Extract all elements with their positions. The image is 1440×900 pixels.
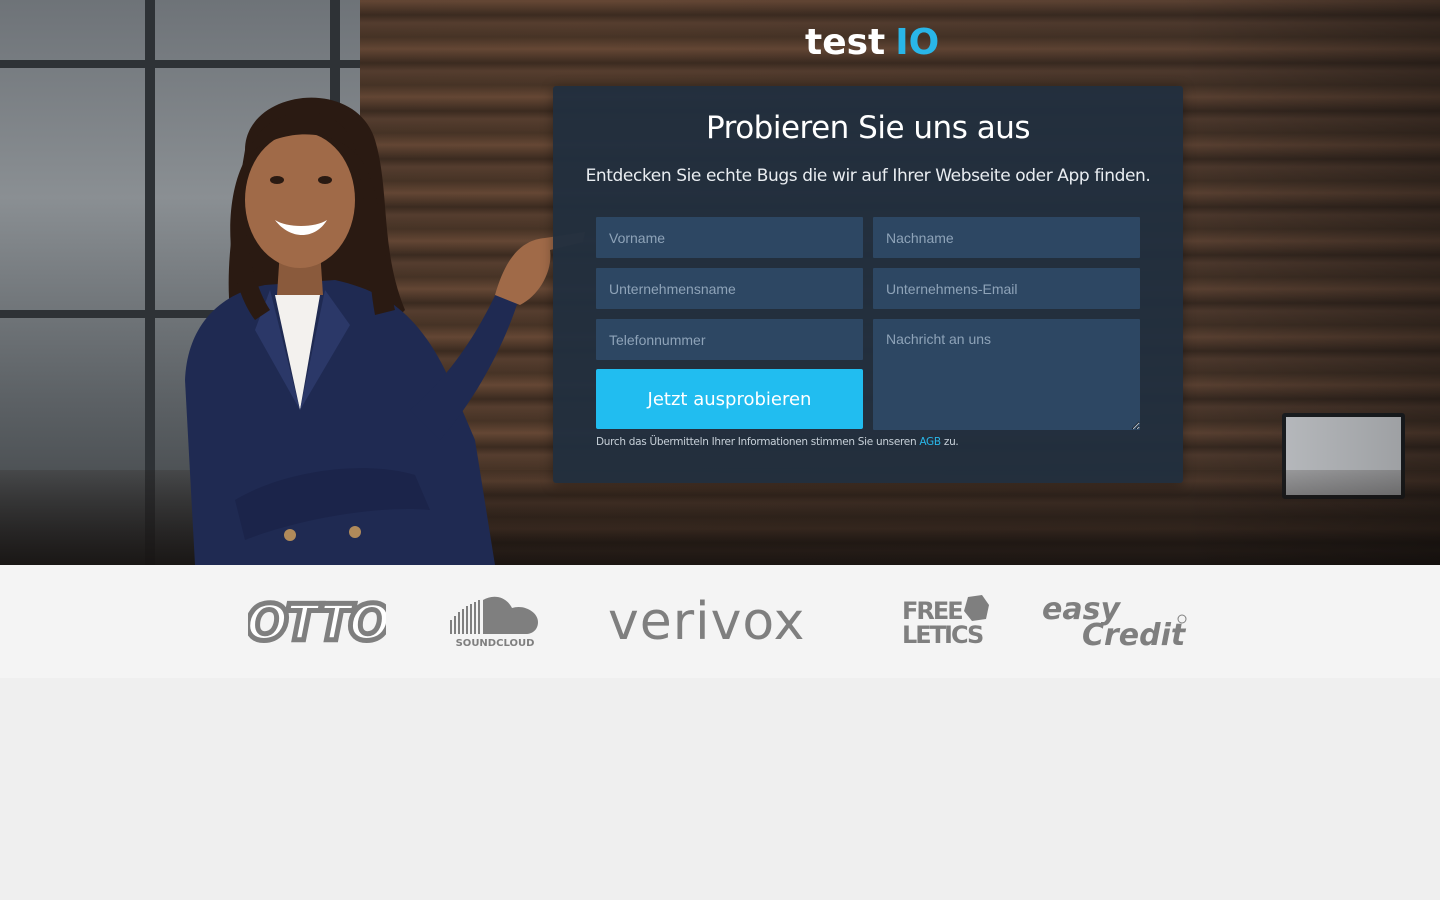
- otto-logo: OTTO: [248, 596, 386, 648]
- verivox-logo-text: verivox: [608, 593, 805, 649]
- testio-logo[interactable]: test IO: [805, 21, 940, 63]
- last-name-input[interactable]: [873, 217, 1140, 258]
- background-shade: [1180, 0, 1440, 565]
- terms-notice: Durch das Übermitteln Ihrer Informatione…: [596, 436, 959, 448]
- window-frame: [0, 60, 360, 68]
- terms-prefix: Durch das Übermitteln Ihrer Informatione…: [596, 436, 917, 448]
- presenter-photo: [185, 97, 585, 565]
- otto-logo-text: OTTO: [248, 596, 386, 648]
- form-subtitle: Entdecken Sie echte Bugs die wir auf Ihr…: [585, 166, 1151, 186]
- message-textarea[interactable]: [873, 319, 1140, 430]
- form-title: Probieren Sie uns aus: [706, 110, 1031, 146]
- soundcloud-logo: SOUNDCLOUD: [450, 596, 538, 649]
- verivox-logo: verivox: [608, 593, 805, 649]
- signup-card: Probieren Sie uns aus Entdecken Sie echt…: [553, 86, 1183, 483]
- terms-link[interactable]: AGB: [919, 436, 941, 448]
- easycredit-logo-line2: Credit: [1082, 618, 1187, 651]
- first-name-input[interactable]: [596, 217, 863, 258]
- email-input[interactable]: [873, 268, 1140, 309]
- soundcloud-logo-text: SOUNDCLOUD: [456, 638, 535, 649]
- freeletics-logo: FREE LETICS: [902, 595, 989, 649]
- submit-button[interactable]: Jetzt ausprobieren: [596, 369, 863, 429]
- company-input[interactable]: [596, 268, 863, 309]
- terms-suffix: zu.: [943, 436, 959, 448]
- phone-input[interactable]: [596, 319, 863, 360]
- freeletics-logo-line2: LETICS: [902, 621, 983, 649]
- logo-text-io: IO: [895, 21, 940, 63]
- easycredit-logo: easy Credit: [1042, 592, 1187, 651]
- customer-logos-bar: OTTO SOUNDCLOUD verivox FREE LETICS easy…: [0, 565, 1440, 678]
- logo-text-test: test: [805, 21, 886, 63]
